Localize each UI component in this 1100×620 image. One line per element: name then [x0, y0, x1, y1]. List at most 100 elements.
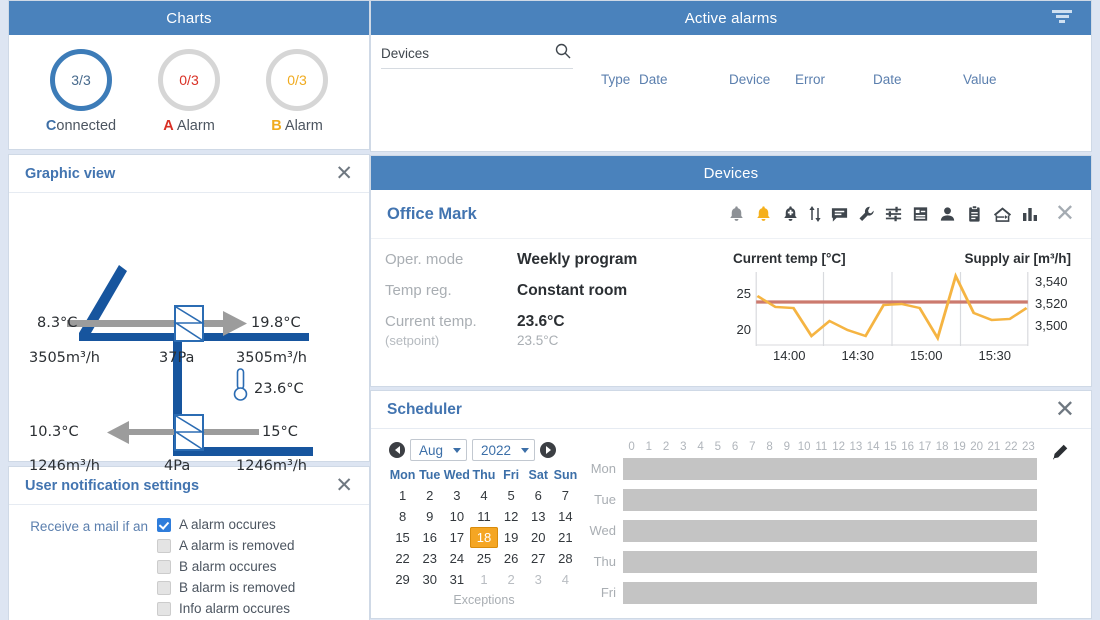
column-error[interactable]: Error — [795, 72, 873, 87]
checkbox-info-alarm-occures[interactable] — [157, 602, 171, 616]
search-input[interactable] — [381, 46, 541, 61]
calendar-day[interactable]: 3 — [525, 569, 552, 590]
gv-supply-pressure: 37Pa — [159, 350, 194, 366]
calendar-day[interactable]: 16 — [416, 527, 443, 548]
clipboard-icon[interactable] — [965, 204, 984, 224]
search-icon[interactable] — [555, 43, 571, 59]
graphic-view-close-icon[interactable]: ✕ — [333, 163, 355, 184]
calendar-day[interactable]: 25 — [470, 548, 497, 569]
calendar-day[interactable]: 1 — [470, 569, 497, 590]
checkbox-a-alarm-removed[interactable] — [157, 539, 171, 553]
sliders-icon[interactable] — [884, 204, 903, 224]
calendar-day[interactable]: 19 — [498, 527, 525, 548]
calendar-day[interactable]: 22 — [389, 548, 416, 569]
calendar-day[interactable]: 1 — [389, 485, 416, 506]
calendar-month-select[interactable]: Aug — [410, 439, 467, 461]
calendar-day[interactable]: 3 — [443, 485, 470, 506]
calendar-day[interactable]: 15 — [389, 527, 416, 548]
scheduler-close-icon[interactable]: ✕ — [1053, 398, 1077, 422]
calendar-next-button[interactable] — [540, 442, 556, 458]
device-icon-row: ✕ — [727, 202, 1077, 226]
calendar-dow-thu: Thu — [470, 465, 497, 485]
calendar-day[interactable]: 5 — [498, 485, 525, 506]
calendar-day[interactable]: 11 — [470, 506, 497, 527]
calendar-day[interactable]: 13 — [525, 506, 552, 527]
notification-settings-close-icon[interactable]: ✕ — [333, 475, 355, 496]
notification-option-row[interactable]: B alarm occures — [157, 559, 309, 574]
notification-option-row[interactable]: A alarm occures — [157, 517, 309, 532]
timeline-hour-label: 14 — [865, 441, 882, 453]
donut-a-alarm-label: A Alarm — [141, 118, 237, 134]
bell-add-icon[interactable] — [781, 204, 800, 224]
timeline-day-label: Wed — [585, 523, 623, 538]
calendar-day[interactable]: 6 — [525, 485, 552, 506]
calendar-dow-fri: Fri — [498, 465, 525, 485]
pencil-icon[interactable] — [1050, 443, 1069, 467]
notification-option-row[interactable]: B alarm is removed — [157, 580, 309, 595]
calendar-day[interactable]: 21 — [552, 527, 579, 548]
calendar-day[interactable]: 2 — [498, 569, 525, 590]
bar-chart-icon[interactable] — [1021, 204, 1039, 224]
notification-option-row[interactable]: Info alarm occures — [157, 601, 309, 616]
calendar-day[interactable]: 10 — [443, 506, 470, 527]
timeline-schedule-bar[interactable] — [623, 458, 1037, 480]
device-search-wrap — [381, 45, 573, 69]
calendar-day[interactable]: 17 — [443, 527, 470, 548]
calendar-dow-tue: Tue — [416, 465, 443, 485]
sort-updown-icon[interactable] — [808, 204, 822, 224]
calendar-day[interactable]: 2 — [416, 485, 443, 506]
calendar-day[interactable]: 23 — [416, 548, 443, 569]
wrench-icon[interactable] — [857, 204, 876, 224]
timeline-hour-label: 8 — [761, 441, 778, 453]
donut-b-alarm-value: 0/3 — [287, 72, 306, 88]
info-row-temp-reg: Temp reg. Constant room — [385, 282, 721, 300]
calendar-day[interactable]: 7 — [552, 485, 579, 506]
calendar-nav: Aug 2022 — [389, 439, 579, 461]
donut-connected[interactable]: 3/3 Connected — [33, 49, 129, 134]
calendar-day[interactable]: 30 — [416, 569, 443, 590]
device-close-icon[interactable]: ✕ — [1053, 202, 1077, 226]
calendar-day[interactable]: 14 — [552, 506, 579, 527]
calendar-exceptions-label[interactable]: Exceptions — [389, 590, 579, 607]
calendar-day[interactable]: 28 — [552, 548, 579, 569]
checkbox-b-alarm-removed[interactable] — [157, 581, 171, 595]
calendar-day[interactable]: 27 — [525, 548, 552, 569]
column-value[interactable]: Value — [963, 72, 1023, 87]
checkbox-a-alarm-occures[interactable] — [157, 518, 171, 532]
notification-option-row[interactable]: A alarm is removed — [157, 538, 309, 553]
calendar-day[interactable]: 31 — [443, 569, 470, 590]
calendar-day[interactable]: 4 — [470, 485, 497, 506]
bell-icon[interactable] — [727, 204, 746, 224]
column-type[interactable]: Type — [601, 72, 639, 87]
server-icon[interactable] — [911, 204, 930, 224]
column-device[interactable]: Device — [729, 72, 795, 87]
checkbox-b-alarm-occures[interactable] — [157, 560, 171, 574]
column-date-2[interactable]: Date — [873, 72, 963, 87]
timeline-schedule-bar[interactable] — [623, 520, 1037, 542]
bell-active-icon[interactable] — [754, 204, 773, 224]
timeline-row: Thu — [585, 546, 1091, 577]
timeline-schedule-bar[interactable] — [623, 551, 1037, 573]
notification-option-label: Info alarm occures — [179, 601, 290, 616]
calendar-day[interactable]: 29 — [389, 569, 416, 590]
calendar-day[interactable]: 12 — [498, 506, 525, 527]
calendar-day[interactable]: 26 — [498, 548, 525, 569]
calendar-day[interactable]: 4 — [552, 569, 579, 590]
calendar-day[interactable]: 8 — [389, 506, 416, 527]
message-icon[interactable] — [830, 204, 849, 224]
column-date[interactable]: Date — [639, 72, 729, 87]
timeline-schedule-bar[interactable] — [623, 582, 1037, 604]
user-icon[interactable] — [938, 204, 957, 224]
donut-a-alarm[interactable]: 0/3 A Alarm — [141, 49, 237, 134]
calendar-day[interactable]: 20 — [525, 527, 552, 548]
house-exchange-icon[interactable] — [992, 204, 1013, 224]
calendar-year-select[interactable]: 2022 — [472, 439, 535, 461]
mini-chart-y-axis-left: 25 20 — [721, 272, 755, 346]
calendar-day[interactable]: 24 — [443, 548, 470, 569]
donut-b-alarm[interactable]: 0/3 B Alarm — [249, 49, 345, 134]
timeline-schedule-bar[interactable] — [623, 489, 1037, 511]
filter-icon[interactable] — [1051, 10, 1073, 26]
calendar-day-selected[interactable]: 18 — [470, 527, 497, 548]
calendar-day[interactable]: 9 — [416, 506, 443, 527]
calendar-prev-button[interactable] — [389, 442, 405, 458]
